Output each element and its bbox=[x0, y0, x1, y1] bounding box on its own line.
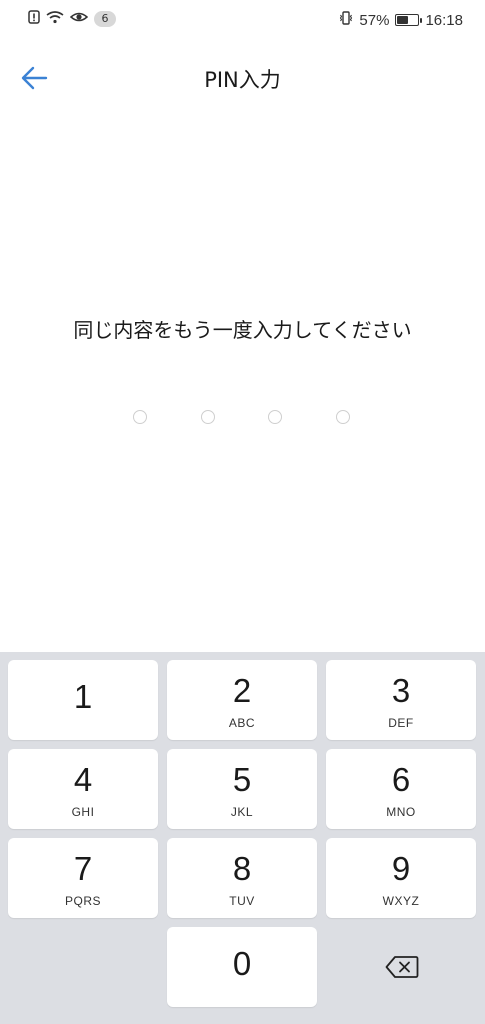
key-digit: 5 bbox=[232, 761, 252, 798]
pin-prompt-text: 同じ内容をもう一度入力してください bbox=[73, 318, 412, 342]
eye-icon bbox=[69, 10, 89, 28]
key-digit: 4 bbox=[73, 761, 93, 798]
key-letters: WXYZ bbox=[382, 894, 420, 908]
key-digit: 2 bbox=[232, 672, 252, 709]
key-letters: DEF bbox=[388, 716, 414, 730]
pin-dot bbox=[201, 410, 215, 424]
key-digit: 6 bbox=[391, 761, 411, 798]
battery-fill bbox=[397, 16, 409, 24]
key-1[interactable]: 1 bbox=[8, 660, 158, 740]
key-digit: 7 bbox=[73, 850, 93, 887]
status-bar-right: 57% 16:18 bbox=[339, 10, 463, 30]
status-bar-left: 6 bbox=[28, 10, 116, 28]
key-5[interactable]: 5 JKL bbox=[167, 749, 317, 829]
pin-dot bbox=[336, 410, 350, 424]
key-digit: 8 bbox=[232, 850, 252, 887]
pin-indicator bbox=[0, 408, 485, 428]
key-digit: 0 bbox=[232, 945, 252, 982]
key-letters: MNO bbox=[386, 805, 416, 819]
key-digit: 9 bbox=[391, 850, 411, 887]
pin-dot bbox=[133, 410, 147, 424]
wifi-icon bbox=[46, 10, 64, 28]
key-9[interactable]: 9 WXYZ bbox=[326, 838, 476, 918]
key-4[interactable]: 4 GHI bbox=[8, 749, 158, 829]
clock-time: 16:18 bbox=[425, 11, 463, 29]
key-7[interactable]: 7 PQRS bbox=[8, 838, 158, 918]
key-0[interactable]: 0 bbox=[167, 927, 317, 1007]
key-3[interactable]: 3 DEF bbox=[326, 660, 476, 740]
vibrate-icon bbox=[339, 10, 353, 30]
key-2[interactable]: 2 ABC bbox=[167, 660, 317, 740]
key-letters: JKL bbox=[230, 805, 254, 819]
status-bar: 6 57% 16:18 bbox=[0, 0, 485, 40]
battery-icon bbox=[395, 14, 423, 26]
notification-count-badge: 6 bbox=[94, 11, 116, 27]
alert-icon bbox=[28, 10, 40, 28]
key-letters: TUV bbox=[229, 894, 255, 908]
app-header: PIN入力 bbox=[0, 48, 485, 108]
key-digit: 3 bbox=[391, 672, 411, 709]
numeric-keypad: 1 2 ABC 3 DEF 4 GHI 5 JKL 6 MNO 7 PQRS 8… bbox=[0, 652, 485, 1024]
key-8[interactable]: 8 TUV bbox=[167, 838, 317, 918]
page-title: PIN入力 bbox=[204, 68, 281, 92]
backspace-button[interactable] bbox=[326, 927, 476, 1007]
battery-percent: 57% bbox=[359, 11, 390, 29]
key-letters: ABC bbox=[228, 716, 256, 730]
key-letters: GHI bbox=[71, 805, 95, 819]
key-6[interactable]: 6 MNO bbox=[326, 749, 476, 829]
pin-dot bbox=[268, 410, 282, 424]
key-digit: 1 bbox=[73, 678, 93, 715]
backspace-icon bbox=[385, 955, 419, 983]
key-letters: PQRS bbox=[64, 894, 101, 908]
